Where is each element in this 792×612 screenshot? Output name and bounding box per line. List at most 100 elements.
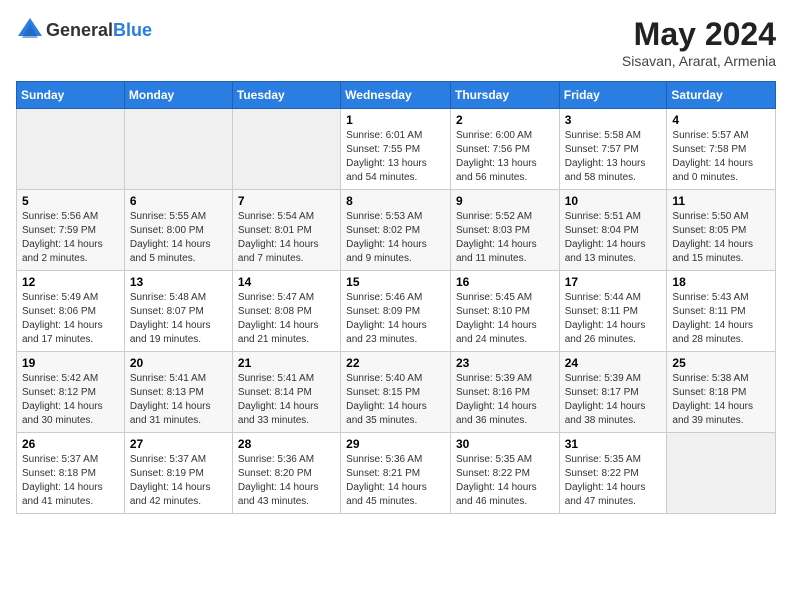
day-number: 20 <box>130 356 227 370</box>
day-number: 18 <box>672 275 770 289</box>
calendar-cell: 29 Sunrise: 5:36 AMSunset: 8:21 PMDaylig… <box>341 433 451 514</box>
day-info: Sunrise: 5:54 AMSunset: 8:01 PMDaylight:… <box>238 210 335 266</box>
calendar-cell: 14 Sunrise: 5:47 AMSunset: 8:08 PMDaylig… <box>232 271 340 352</box>
logo-text-general: General <box>46 20 113 40</box>
day-info: Sunrise: 5:46 AMSunset: 8:09 PMDaylight:… <box>346 291 445 347</box>
day-number: 14 <box>238 275 335 289</box>
day-number: 19 <box>22 356 119 370</box>
calendar-cell: 23 Sunrise: 5:39 AMSunset: 8:16 PMDaylig… <box>450 352 559 433</box>
calendar-week-row: 5 Sunrise: 5:56 AMSunset: 7:59 PMDayligh… <box>17 190 776 271</box>
day-number: 26 <box>22 437 119 451</box>
calendar-cell: 25 Sunrise: 5:38 AMSunset: 8:18 PMDaylig… <box>667 352 776 433</box>
day-number: 23 <box>456 356 554 370</box>
calendar-week-row: 12 Sunrise: 5:49 AMSunset: 8:06 PMDaylig… <box>17 271 776 352</box>
day-number: 22 <box>346 356 445 370</box>
calendar-cell: 21 Sunrise: 5:41 AMSunset: 8:14 PMDaylig… <box>232 352 340 433</box>
calendar-cell: 6 Sunrise: 5:55 AMSunset: 8:00 PMDayligh… <box>124 190 232 271</box>
day-number: 5 <box>22 194 119 208</box>
day-info: Sunrise: 5:39 AMSunset: 8:17 PMDaylight:… <box>565 372 662 428</box>
calendar-week-row: 26 Sunrise: 5:37 AMSunset: 8:18 PMDaylig… <box>17 433 776 514</box>
calendar-cell: 5 Sunrise: 5:56 AMSunset: 7:59 PMDayligh… <box>17 190 125 271</box>
calendar-cell: 2 Sunrise: 6:00 AMSunset: 7:56 PMDayligh… <box>450 109 559 190</box>
day-info: Sunrise: 5:58 AMSunset: 7:57 PMDaylight:… <box>565 129 662 185</box>
calendar-cell: 18 Sunrise: 5:43 AMSunset: 8:11 PMDaylig… <box>667 271 776 352</box>
day-info: Sunrise: 5:53 AMSunset: 8:02 PMDaylight:… <box>346 210 445 266</box>
weekday-header-friday: Friday <box>559 82 667 109</box>
calendar-cell: 9 Sunrise: 5:52 AMSunset: 8:03 PMDayligh… <box>450 190 559 271</box>
calendar-cell: 13 Sunrise: 5:48 AMSunset: 8:07 PMDaylig… <box>124 271 232 352</box>
weekday-header-sunday: Sunday <box>17 82 125 109</box>
calendar-cell: 3 Sunrise: 5:58 AMSunset: 7:57 PMDayligh… <box>559 109 667 190</box>
calendar-cell: 16 Sunrise: 5:45 AMSunset: 8:10 PMDaylig… <box>450 271 559 352</box>
weekday-header-row: SundayMondayTuesdayWednesdayThursdayFrid… <box>17 82 776 109</box>
logo-text-blue: Blue <box>113 20 152 40</box>
logo: GeneralBlue <box>16 16 152 44</box>
day-info: Sunrise: 5:38 AMSunset: 8:18 PMDaylight:… <box>672 372 770 428</box>
day-info: Sunrise: 5:50 AMSunset: 8:05 PMDaylight:… <box>672 210 770 266</box>
day-info: Sunrise: 5:37 AMSunset: 8:19 PMDaylight:… <box>130 453 227 509</box>
title-block: May 2024 Sisavan, Ararat, Armenia <box>622 16 776 69</box>
day-number: 2 <box>456 113 554 127</box>
day-number: 24 <box>565 356 662 370</box>
day-number: 7 <box>238 194 335 208</box>
day-info: Sunrise: 5:52 AMSunset: 8:03 PMDaylight:… <box>456 210 554 266</box>
calendar-cell: 10 Sunrise: 5:51 AMSunset: 8:04 PMDaylig… <box>559 190 667 271</box>
day-info: Sunrise: 5:35 AMSunset: 8:22 PMDaylight:… <box>456 453 554 509</box>
day-info: Sunrise: 5:44 AMSunset: 8:11 PMDaylight:… <box>565 291 662 347</box>
calendar-cell: 1 Sunrise: 6:01 AMSunset: 7:55 PMDayligh… <box>341 109 451 190</box>
day-number: 25 <box>672 356 770 370</box>
day-info: Sunrise: 5:45 AMSunset: 8:10 PMDaylight:… <box>456 291 554 347</box>
calendar-cell: 12 Sunrise: 5:49 AMSunset: 8:06 PMDaylig… <box>17 271 125 352</box>
day-number: 1 <box>346 113 445 127</box>
calendar-cell <box>232 109 340 190</box>
weekday-header-saturday: Saturday <box>667 82 776 109</box>
calendar-cell <box>667 433 776 514</box>
day-info: Sunrise: 5:39 AMSunset: 8:16 PMDaylight:… <box>456 372 554 428</box>
day-number: 10 <box>565 194 662 208</box>
calendar-cell: 27 Sunrise: 5:37 AMSunset: 8:19 PMDaylig… <box>124 433 232 514</box>
day-number: 17 <box>565 275 662 289</box>
weekday-header-thursday: Thursday <box>450 82 559 109</box>
calendar-cell: 7 Sunrise: 5:54 AMSunset: 8:01 PMDayligh… <box>232 190 340 271</box>
day-number: 30 <box>456 437 554 451</box>
calendar-week-row: 1 Sunrise: 6:01 AMSunset: 7:55 PMDayligh… <box>17 109 776 190</box>
page-header: GeneralBlue May 2024 Sisavan, Ararat, Ar… <box>16 16 776 69</box>
day-info: Sunrise: 5:36 AMSunset: 8:21 PMDaylight:… <box>346 453 445 509</box>
day-info: Sunrise: 6:00 AMSunset: 7:56 PMDaylight:… <box>456 129 554 185</box>
calendar-cell: 17 Sunrise: 5:44 AMSunset: 8:11 PMDaylig… <box>559 271 667 352</box>
day-info: Sunrise: 5:49 AMSunset: 8:06 PMDaylight:… <box>22 291 119 347</box>
day-info: Sunrise: 5:35 AMSunset: 8:22 PMDaylight:… <box>565 453 662 509</box>
day-number: 6 <box>130 194 227 208</box>
day-info: Sunrise: 5:57 AMSunset: 7:58 PMDaylight:… <box>672 129 770 185</box>
day-info: Sunrise: 5:51 AMSunset: 8:04 PMDaylight:… <box>565 210 662 266</box>
day-info: Sunrise: 5:40 AMSunset: 8:15 PMDaylight:… <box>346 372 445 428</box>
calendar-cell: 19 Sunrise: 5:42 AMSunset: 8:12 PMDaylig… <box>17 352 125 433</box>
weekday-header-tuesday: Tuesday <box>232 82 340 109</box>
day-info: Sunrise: 5:37 AMSunset: 8:18 PMDaylight:… <box>22 453 119 509</box>
weekday-header-monday: Monday <box>124 82 232 109</box>
calendar-week-row: 19 Sunrise: 5:42 AMSunset: 8:12 PMDaylig… <box>17 352 776 433</box>
day-number: 29 <box>346 437 445 451</box>
day-number: 31 <box>565 437 662 451</box>
calendar-cell: 26 Sunrise: 5:37 AMSunset: 8:18 PMDaylig… <box>17 433 125 514</box>
logo-icon <box>16 16 44 44</box>
day-info: Sunrise: 5:47 AMSunset: 8:08 PMDaylight:… <box>238 291 335 347</box>
day-number: 16 <box>456 275 554 289</box>
calendar-cell: 15 Sunrise: 5:46 AMSunset: 8:09 PMDaylig… <box>341 271 451 352</box>
day-info: Sunrise: 5:43 AMSunset: 8:11 PMDaylight:… <box>672 291 770 347</box>
day-number: 27 <box>130 437 227 451</box>
location-subtitle: Sisavan, Ararat, Armenia <box>622 53 776 69</box>
calendar-cell <box>124 109 232 190</box>
day-number: 21 <box>238 356 335 370</box>
day-number: 8 <box>346 194 445 208</box>
day-number: 28 <box>238 437 335 451</box>
calendar-cell: 20 Sunrise: 5:41 AMSunset: 8:13 PMDaylig… <box>124 352 232 433</box>
day-number: 9 <box>456 194 554 208</box>
day-number: 4 <box>672 113 770 127</box>
day-info: Sunrise: 6:01 AMSunset: 7:55 PMDaylight:… <box>346 129 445 185</box>
day-number: 11 <box>672 194 770 208</box>
day-number: 13 <box>130 275 227 289</box>
weekday-header-wednesday: Wednesday <box>341 82 451 109</box>
calendar-cell: 11 Sunrise: 5:50 AMSunset: 8:05 PMDaylig… <box>667 190 776 271</box>
day-info: Sunrise: 5:42 AMSunset: 8:12 PMDaylight:… <box>22 372 119 428</box>
